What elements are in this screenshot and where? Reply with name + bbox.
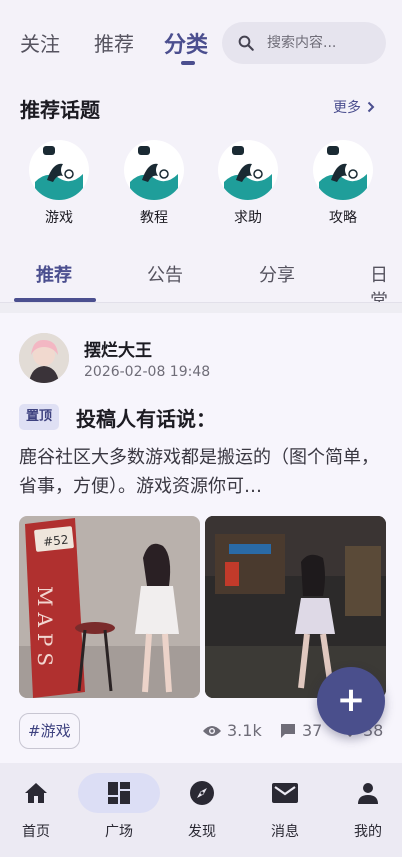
mail-icon	[264, 775, 306, 811]
topic-item-help[interactable]: 求助	[208, 140, 288, 227]
tab-announcements[interactable]: 公告	[147, 261, 183, 287]
post-title[interactable]: 投稿人有话说：	[76, 403, 216, 432]
views-count: 3.1k	[227, 721, 262, 740]
views-stat: 3.1k	[202, 721, 262, 740]
tab-recommended[interactable]: 推荐	[94, 28, 134, 57]
topic-item-games[interactable]: 游戏	[19, 140, 99, 227]
topic-label: 求助	[234, 210, 262, 226]
nav-label: 发现	[188, 824, 216, 840]
pinned-badge: 置顶	[19, 404, 60, 430]
active-tab-indicator	[181, 61, 195, 65]
more-label: 更多	[333, 100, 361, 116]
tag-chip[interactable]: #游戏	[19, 713, 80, 749]
tab-recommend[interactable]: 推荐	[36, 261, 72, 287]
avatar[interactable]	[19, 333, 69, 383]
eye-icon	[203, 725, 221, 736]
topic-logo-icon	[313, 140, 373, 200]
topic-item-guides[interactable]: 攻略	[303, 140, 383, 227]
comments-stat[interactable]: 37	[279, 721, 322, 740]
nav-profile[interactable]: 我的	[328, 763, 402, 857]
topic-label: 教程	[140, 210, 168, 226]
search-input[interactable]	[267, 22, 379, 64]
top-nav: 关注 推荐 分类	[0, 0, 402, 80]
sign-text: MAPS	[33, 586, 57, 672]
topic-label: 游戏	[45, 210, 73, 226]
nav-label: 我的	[354, 824, 382, 840]
post-time: 2026-02-08 19:48	[84, 364, 211, 380]
section-gap	[0, 303, 402, 313]
bottom-nav: 首页 广场 发现 消息 我的	[0, 763, 402, 857]
author-name[interactable]: 摆烂大王	[84, 336, 152, 361]
person-icon	[347, 775, 389, 811]
search-box[interactable]	[222, 22, 386, 64]
nav-label: 首页	[22, 824, 50, 840]
chevron-right-icon	[367, 101, 375, 113]
search-icon	[238, 35, 254, 51]
nav-label: 广场	[105, 824, 133, 840]
dashboard-icon	[98, 775, 140, 811]
topic-logo-icon	[218, 140, 278, 200]
nav-discover[interactable]: 发现	[162, 763, 242, 857]
nav-label: 消息	[271, 824, 299, 840]
plus-icon: +	[336, 680, 366, 720]
tab-categories[interactable]: 分类	[164, 27, 208, 59]
content-tabs: 推荐 公告 分享 日常	[0, 244, 402, 312]
post-excerpt[interactable]: 鹿谷社区大多数游戏都是搬运的（图个简单，省事，方便）。游戏资源你可…	[19, 443, 385, 501]
nav-square[interactable]: 广场	[78, 763, 160, 857]
tab-share[interactable]: 分享	[259, 261, 295, 287]
topic-logo-icon	[29, 140, 89, 200]
topics-title: 推荐话题	[20, 98, 100, 122]
more-topics-link[interactable]: 更多	[333, 97, 375, 117]
home-icon	[15, 775, 57, 811]
create-post-button[interactable]: +	[317, 667, 385, 735]
topic-item-tutorials[interactable]: 教程	[114, 140, 194, 227]
topic-logo-icon	[124, 140, 184, 200]
post-image[interactable]: #52 MAPS	[19, 516, 200, 698]
tab-following[interactable]: 关注	[20, 28, 60, 57]
topic-label: 攻略	[329, 210, 357, 226]
nav-home[interactable]: 首页	[0, 763, 76, 857]
sign-card-text: #52	[43, 533, 70, 550]
nav-messages[interactable]: 消息	[245, 763, 325, 857]
comment-icon	[281, 723, 295, 738]
compass-icon	[181, 775, 223, 811]
